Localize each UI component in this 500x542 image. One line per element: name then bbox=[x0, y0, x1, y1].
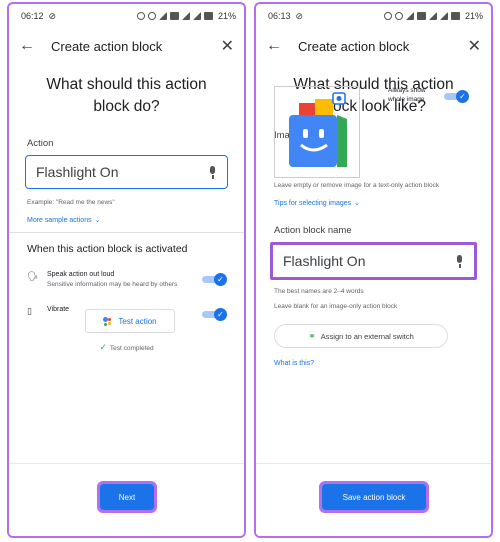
more-sample-actions-label: More sample actions bbox=[27, 216, 92, 224]
status-time: 06:13 bbox=[268, 11, 291, 21]
close-icon[interactable]: ✕ bbox=[221, 36, 234, 56]
tips-label: Tips for selecting images bbox=[274, 199, 352, 207]
assistant-icon bbox=[103, 316, 112, 326]
sync-icon: ⊘ bbox=[48, 10, 57, 21]
status-time: 06:12 bbox=[21, 11, 44, 21]
page-headline: What should this action block do? bbox=[46, 76, 207, 115]
speak-sublabel: Sensitive information may be heard by ot… bbox=[47, 281, 178, 288]
assign-switch-button[interactable]: ⚭ Assign to an external switch bbox=[274, 324, 448, 348]
name-input[interactable]: Flashlight On bbox=[270, 242, 477, 280]
signal2-icon bbox=[439, 12, 448, 20]
speak-label: Speak action out loud bbox=[47, 271, 115, 278]
battery-icon bbox=[450, 12, 460, 20]
wifi-icon bbox=[405, 12, 414, 20]
back-arrow-icon[interactable]: ← bbox=[266, 37, 288, 55]
signal-icon bbox=[181, 12, 190, 20]
test-action-label: Test action bbox=[118, 316, 157, 326]
leave-blank-hint: Leave blank for an image-only action blo… bbox=[274, 303, 398, 310]
always-show-toggle[interactable]: ✓ bbox=[444, 90, 469, 103]
screen-right: 06:13 ⊘ 21% ← Create action block ✕ What… bbox=[254, 2, 493, 538]
nfc-icon bbox=[169, 12, 179, 20]
action-block-image bbox=[289, 92, 347, 167]
status-icons bbox=[136, 12, 213, 20]
app-toolbar: ← Create action block ✕ bbox=[256, 28, 491, 64]
alarm-icon bbox=[136, 12, 145, 20]
what-is-this-link[interactable]: What is this? bbox=[274, 360, 473, 367]
divider bbox=[9, 232, 244, 233]
mic-icon[interactable] bbox=[209, 165, 217, 179]
footer: Save action block bbox=[256, 463, 491, 536]
status-icons bbox=[383, 12, 460, 20]
battery-icon bbox=[203, 12, 213, 20]
test-action-button[interactable]: Test action bbox=[85, 309, 175, 333]
footer: Next bbox=[9, 463, 244, 536]
activated-title: When this action block is activated bbox=[27, 243, 188, 255]
content: What should this action block do? Action… bbox=[9, 66, 244, 464]
image-picker[interactable] bbox=[274, 86, 360, 178]
example-hint: Example: "Read me the news" bbox=[27, 199, 115, 206]
name-section: Leave empty or remove image for a text-o… bbox=[256, 182, 491, 367]
vibrate-toggle[interactable]: ✓ bbox=[202, 308, 227, 321]
test-completed-status: ✓ Test completed bbox=[9, 342, 244, 353]
toolbar-title: Create action block bbox=[51, 38, 163, 54]
back-arrow-icon[interactable]: ← bbox=[19, 37, 41, 55]
wifi-icon bbox=[158, 12, 167, 20]
speaker-icon: 🗣 bbox=[27, 271, 39, 281]
speak-toggle[interactable]: ✓ bbox=[202, 273, 227, 286]
tips-link[interactable]: Tips for selecting images ⌄ bbox=[274, 199, 473, 208]
mute-icon bbox=[147, 12, 156, 20]
always-show-label: Always show whole image bbox=[388, 87, 426, 103]
nfc-icon bbox=[416, 12, 426, 20]
leave-empty-hint: Leave empty or remove image for a text-o… bbox=[274, 182, 440, 189]
vibrate-icon: ▯ bbox=[27, 306, 32, 316]
switch-icon: ⚭ bbox=[308, 330, 316, 341]
name-label: Action block name bbox=[274, 225, 352, 236]
status-bar: 06:13 ⊘ 21% bbox=[256, 4, 491, 28]
alarm-icon bbox=[383, 12, 392, 20]
chevron-down-icon: ⌄ bbox=[94, 217, 101, 224]
next-button[interactable]: Next bbox=[97, 481, 157, 513]
status-bar: 06:12 ⊘ 21% bbox=[9, 4, 244, 28]
more-sample-actions-link[interactable]: More sample actions ⌄ bbox=[27, 216, 226, 225]
toolbar-title: Create action block bbox=[298, 38, 410, 54]
best-names-hint: The best names are 2–4 words bbox=[274, 288, 364, 295]
save-action-block-button[interactable]: Save action block bbox=[319, 481, 429, 513]
action-input-value: Flashlight On bbox=[36, 164, 119, 180]
action-label: Action bbox=[27, 138, 54, 149]
speak-row[interactable]: 🗣 Speak action out loud Sensitive inform… bbox=[27, 271, 227, 288]
battery-text: 21% bbox=[464, 11, 483, 21]
chevron-down-icon: ⌄ bbox=[354, 200, 361, 207]
next-label: Next bbox=[118, 492, 136, 502]
app-toolbar: ← Create action block ✕ bbox=[9, 28, 244, 64]
assign-label: Assign to an external switch bbox=[320, 331, 414, 341]
action-input[interactable]: Flashlight On bbox=[25, 155, 228, 189]
check-icon: ✓ bbox=[99, 342, 107, 352]
signal-icon bbox=[428, 12, 437, 20]
name-input-value: Flashlight On bbox=[283, 253, 366, 269]
close-icon[interactable]: ✕ bbox=[468, 36, 481, 56]
sync-icon: ⊘ bbox=[295, 10, 304, 21]
signal2-icon bbox=[192, 12, 201, 20]
mute-icon bbox=[394, 12, 403, 20]
test-completed-label: Test completed bbox=[109, 345, 154, 352]
save-label: Save action block bbox=[342, 492, 406, 502]
screen-left: 06:12 ⊘ 21% ← Create action block ✕ What… bbox=[7, 2, 246, 538]
battery-text: 21% bbox=[217, 11, 236, 21]
mic-icon[interactable] bbox=[456, 254, 464, 268]
